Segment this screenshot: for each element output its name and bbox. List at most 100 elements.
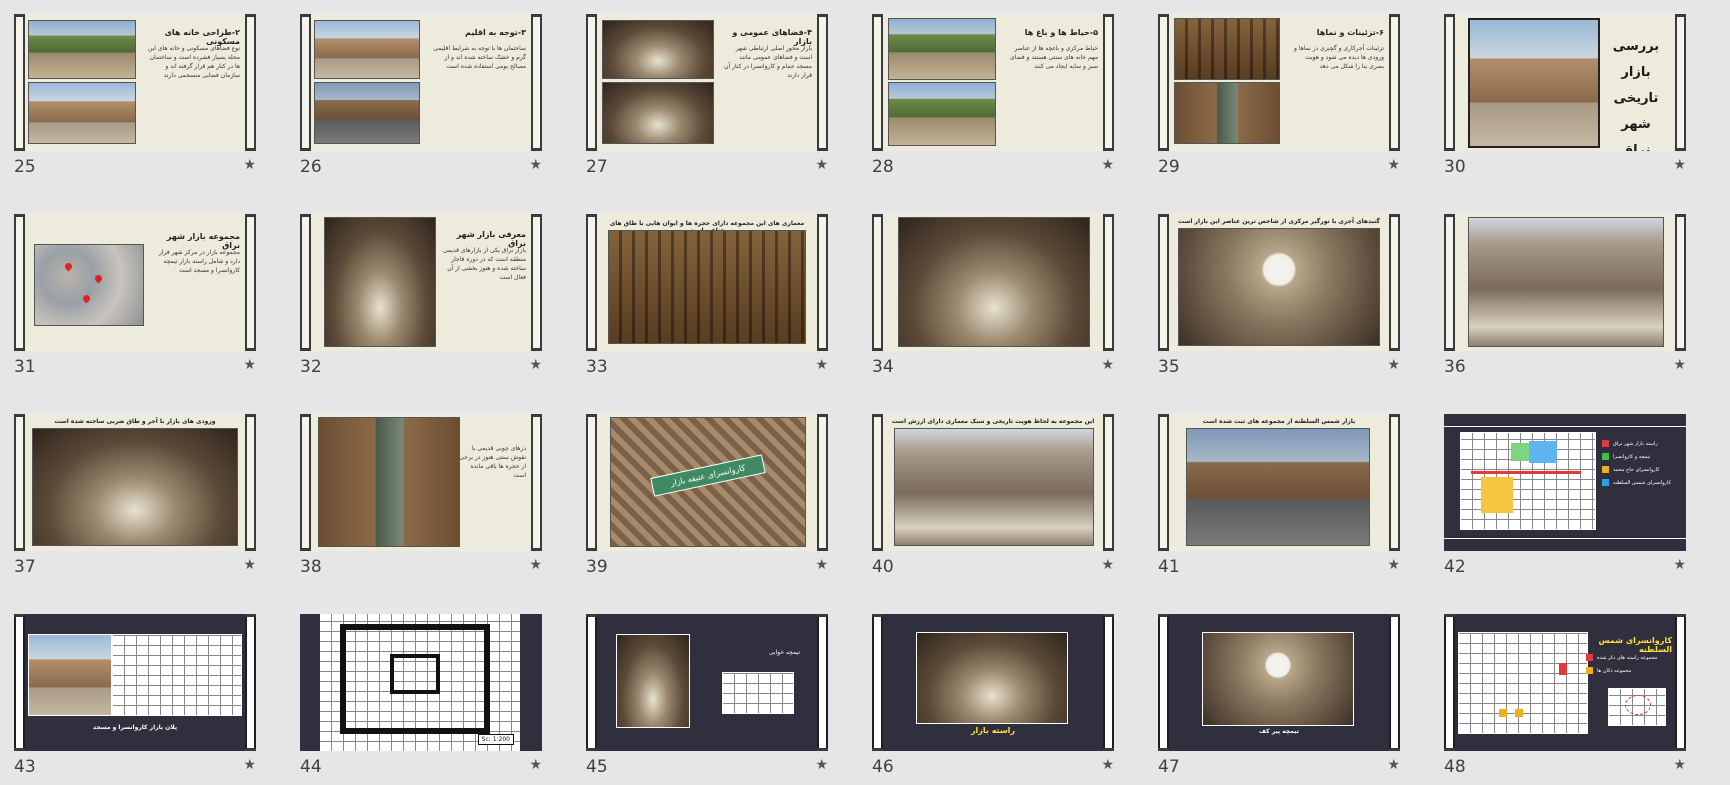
star-icon[interactable]: ★ (243, 357, 256, 373)
star-icon[interactable]: ★ (529, 357, 542, 373)
slide-number: 40 (872, 557, 894, 577)
slide-title: بررسی بازار تاریخی شهر نراق (1612, 39, 1660, 151)
slide-caption: بازار شمس السلطنه از مجموعه های ثبت شده … (1202, 418, 1356, 425)
slide-title: ۵-حیاط ها و باغ ها (1024, 28, 1098, 37)
star-icon[interactable]: ★ (815, 357, 828, 373)
star-icon[interactable]: ★ (529, 757, 542, 773)
star-icon[interactable]: ★ (1387, 157, 1400, 173)
slide-thumbnail-25[interactable]: ۲-طراحی خانه های مسکونی نوع فضاهای مسکون… (14, 14, 256, 151)
slide-caption: راسته بازار (970, 726, 1016, 735)
slide-thumbnail-29[interactable]: ۶-تزئینات و نماها تزئینات آجرکاری و گچبر… (1158, 14, 1400, 151)
slide-thumbnail-43[interactable]: پلان بازار کاروانسرا و مسجد (14, 614, 256, 751)
slide-cell-36: 36 ★ (1444, 214, 1686, 377)
slide-thumbnail-37[interactable]: ورودی های بازار با آجر و طاق ضربی ساخته … (14, 414, 256, 551)
slide-number: 33 (586, 357, 608, 377)
star-icon[interactable]: ★ (1387, 557, 1400, 573)
star-icon[interactable]: ★ (243, 157, 256, 173)
star-icon[interactable]: ★ (1673, 357, 1686, 373)
slide-number: 28 (872, 157, 894, 177)
slide-thumbnail-44[interactable]: Sc: 1:200 (300, 614, 542, 751)
slide-thumbnail-42[interactable]: راسته بازار شهر نراق تیمچه و کاروانسرا ک… (1444, 414, 1686, 551)
slide-cell-45: تیمچه خوابی 45 ★ (586, 614, 828, 777)
slide-cell-43: پلان بازار کاروانسرا و مسجد 43 ★ (14, 614, 256, 777)
star-icon[interactable]: ★ (815, 557, 828, 573)
slide-number: 38 (300, 557, 322, 577)
slide-thumbnail-39[interactable]: کاروانسرای عتیقه بازار (586, 414, 828, 551)
star-icon[interactable]: ★ (1101, 557, 1114, 573)
slide-thumbnail-47[interactable]: تیمچه پیر کف (1158, 614, 1400, 751)
slide-thumbnail-34[interactable] (872, 214, 1114, 351)
star-icon[interactable]: ★ (1673, 757, 1686, 773)
slide-thumbnail-27[interactable]: ۴-فضاهای عمومی و بازار بازار محور اصلی ا… (586, 14, 828, 151)
star-icon[interactable]: ★ (1101, 357, 1114, 373)
star-icon[interactable]: ★ (1387, 757, 1400, 773)
slide-thumbnail-32[interactable]: معرفی بازار شهر نراق بازار نراق یکی از ب… (300, 214, 542, 351)
slide-cell-40: این مجموعه به لحاظ هویت تاریخی و سبک معم… (872, 414, 1114, 577)
slide-number: 44 (300, 757, 322, 777)
slide-caption: تیمچه پیر کف (1259, 728, 1299, 735)
slide-thumbnail-26[interactable]: ۳-توجه به اقلیم ساختمان ها با توجه به شر… (300, 14, 542, 151)
star-icon[interactable]: ★ (529, 157, 542, 173)
slide-thumbnail-48[interactable]: کاروانسرای شمس السلطنه مجموعه راسته های … (1444, 614, 1686, 751)
slide-thumbnail-30[interactable]: بررسی بازار تاریخی شهر نراق (1444, 14, 1686, 151)
slide-cell-39: کاروانسرای عتیقه بازار 39 ★ (586, 414, 828, 577)
star-icon[interactable]: ★ (1101, 157, 1114, 173)
slide-caption: ورودی های بازار با آجر و طاق ضربی ساخته … (54, 418, 216, 425)
slide-thumbnail-35[interactable]: گنبدهای آجری با نورگیر مرکزی از شاخص تری… (1158, 214, 1400, 351)
slide-thumbnail-33[interactable]: معماری های این مجموعه دارای حجره ها و ای… (586, 214, 828, 351)
slide-number: 25 (14, 157, 36, 177)
slide-number: 43 (14, 757, 36, 777)
slide-thumbnail-28[interactable]: ۵-حیاط ها و باغ ها حیاط مرکزی و باغچه ها… (872, 14, 1114, 151)
star-icon[interactable]: ★ (529, 557, 542, 573)
slide-number: 32 (300, 357, 322, 377)
star-icon[interactable]: ★ (1101, 757, 1114, 773)
slide-title: کاروانسرای شمس السلطنه (1598, 636, 1673, 654)
slide-thumbnail-41[interactable]: بازار شمس السلطنه از مجموعه های ثبت شده … (1158, 414, 1400, 551)
scale-label: Sc: 1:200 (477, 734, 514, 745)
slide-cell-29: ۶-تزئینات و نماها تزئینات آجرکاری و گچبر… (1158, 14, 1400, 177)
slide-caption: گنبدهای آجری با نورگیر مرکزی از شاخص تری… (1178, 218, 1380, 225)
slide-thumbnail-36[interactable] (1444, 214, 1686, 351)
slide-body: بازار محور اصلی ارتباطی شهر است و فضاهای… (724, 45, 812, 79)
slide-number: 42 (1444, 557, 1466, 577)
slide-cell-25: ۲-طراحی خانه های مسکونی نوع فضاهای مسکون… (14, 14, 256, 177)
star-icon[interactable]: ★ (243, 557, 256, 573)
slide-cell-37: ورودی های بازار با آجر و طاق ضربی ساخته … (14, 414, 256, 577)
slide-number: 47 (1158, 757, 1180, 777)
star-icon[interactable]: ★ (243, 757, 256, 773)
legend-swatch (1602, 453, 1609, 460)
star-icon[interactable]: ★ (1387, 357, 1400, 373)
star-icon[interactable]: ★ (1673, 557, 1686, 573)
slide-number: 46 (872, 757, 894, 777)
slide-thumbnail-46[interactable]: راسته بازار (872, 614, 1114, 751)
star-icon[interactable]: ★ (815, 757, 828, 773)
legend-swatch (1586, 654, 1593, 661)
slide-cell-47: تیمچه پیر کف 47 ★ (1158, 614, 1400, 777)
star-icon[interactable]: ★ (1673, 157, 1686, 173)
slide-number: 37 (14, 557, 36, 577)
slide-cell-41: بازار شمس السلطنه از مجموعه های ثبت شده … (1158, 414, 1400, 577)
slide-body: بازار نراق یکی از بازارهای قدیمی منطقه ا… (442, 247, 526, 281)
legend-swatch (1602, 466, 1609, 473)
slide-number: 29 (1158, 157, 1180, 177)
slide-caption: این مجموعه به لحاظ هویت تاریخی و سبک معم… (891, 418, 1095, 425)
slide-cell-34: 34 ★ (872, 214, 1114, 377)
slide-cell-46: راسته بازار 46 ★ (872, 614, 1114, 777)
slide-cell-42: راسته بازار شهر نراق تیمچه و کاروانسرا ک… (1444, 414, 1686, 577)
slide-cell-35: گنبدهای آجری با نورگیر مرکزی از شاخص تری… (1158, 214, 1400, 377)
slide-sorter-grid: ۲-طراحی خانه های مسکونی نوع فضاهای مسکون… (14, 14, 1686, 777)
slide-cell-27: ۴-فضاهای عمومی و بازار بازار محور اصلی ا… (586, 14, 828, 177)
slide-thumbnail-40[interactable]: این مجموعه به لحاظ هویت تاریخی و سبک معم… (872, 414, 1114, 551)
slide-caption: پلان بازار کاروانسرا و مسجد (92, 724, 178, 731)
slide-body: حیاط مرکزی و باغچه ها از عناصر مهم خانه … (1010, 45, 1098, 70)
slide-body: تزئینات آجرکاری و گچبری در نماها و ورودی… (1293, 45, 1384, 70)
slide-number: 39 (586, 557, 608, 577)
slide-thumbnail-45[interactable]: تیمچه خوابی (586, 614, 828, 751)
slide-thumbnail-38[interactable]: درهای چوبی قدیمی با نقوش سنتی هنوز در بر… (300, 414, 542, 551)
star-icon[interactable]: ★ (815, 157, 828, 173)
sign-text: کاروانسرای عتیقه بازار (650, 454, 766, 497)
slide-title: ۳-توجه به اقلیم (464, 28, 526, 37)
slide-body: مجموعه بازار در مرکز شهر قرار دارد و شام… (158, 249, 240, 274)
slide-thumbnail-31[interactable]: مجموعه بازار شهر نراق مجموعه بازار در مر… (14, 214, 256, 351)
slide-number: 34 (872, 357, 894, 377)
